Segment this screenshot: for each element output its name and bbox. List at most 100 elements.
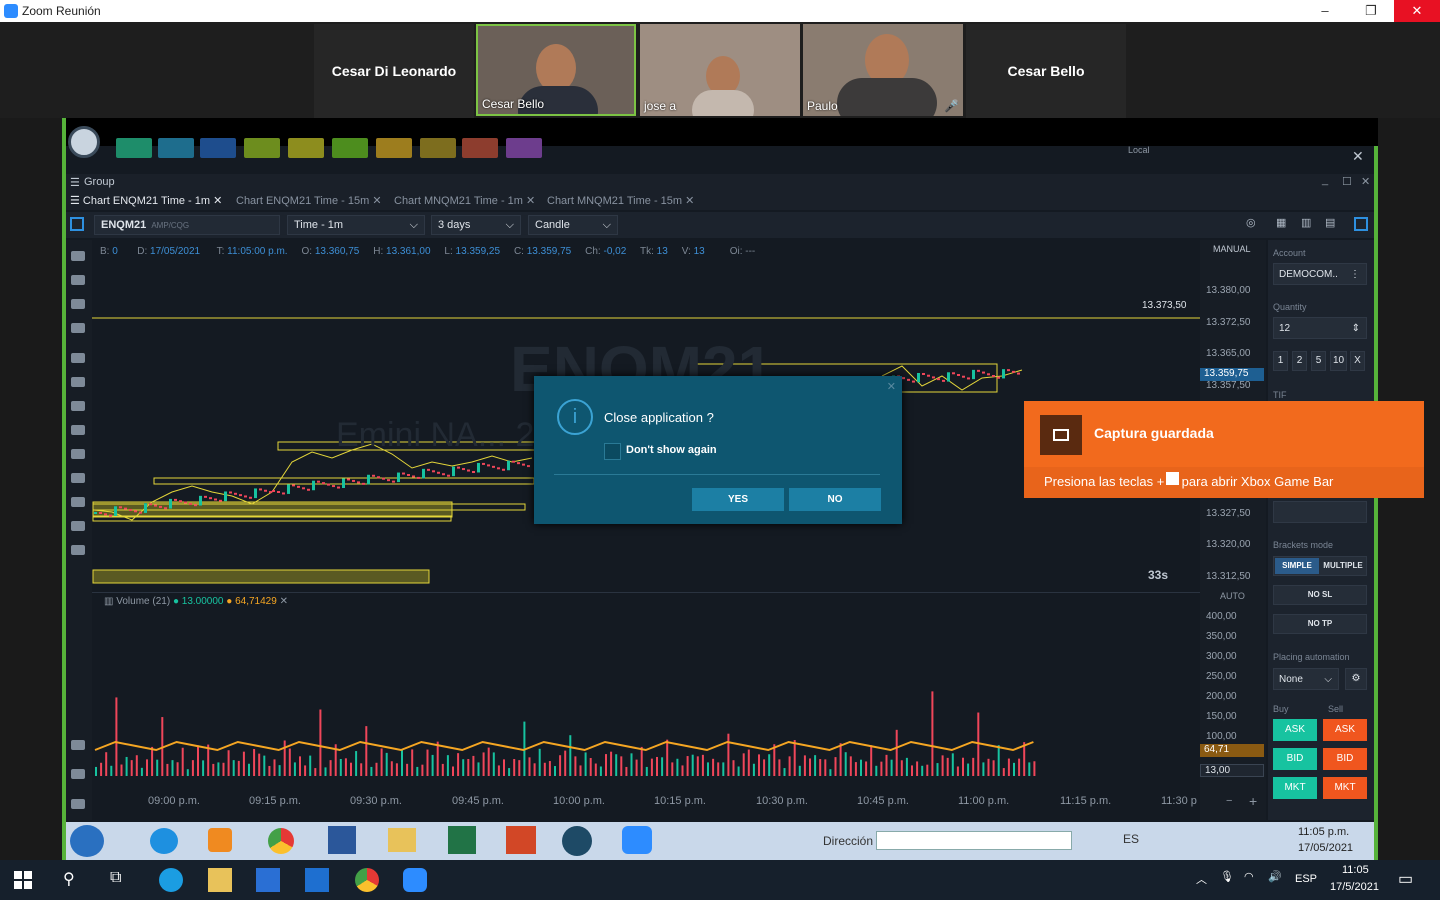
file-explorer-icon[interactable] xyxy=(208,868,232,892)
toolbar-button[interactable] xyxy=(420,138,456,158)
layers-icon[interactable] xyxy=(71,275,85,285)
folder-icon[interactable] xyxy=(388,828,416,852)
media-player-icon[interactable] xyxy=(208,828,232,852)
language-indicator[interactable]: ESP xyxy=(1295,873,1317,885)
clock-date[interactable]: 17/5/2021 xyxy=(1330,881,1379,893)
symbol-selector[interactable]: ENQM21 AMP/CQG xyxy=(94,215,280,235)
dont-show-checkbox[interactable] xyxy=(604,443,621,460)
qty-preset-button[interactable]: 10 xyxy=(1330,351,1347,371)
toolbar-button[interactable] xyxy=(288,138,324,158)
toolbar-button[interactable] xyxy=(332,138,368,158)
notifications-icon[interactable]: ▭ xyxy=(1398,869,1413,889)
chevron-up-icon[interactable]: ︿ xyxy=(1196,871,1207,887)
edge-icon[interactable] xyxy=(159,868,183,892)
sell-bid-button[interactable]: BID xyxy=(1323,748,1367,770)
windows-start-icon[interactable] xyxy=(14,871,32,889)
tab-chart-mnqm21-15m[interactable]: Chart MNQM21 Time - 15m ✕ xyxy=(547,194,694,207)
buy-bid-button[interactable]: BID xyxy=(1273,748,1317,770)
toolbar-button[interactable] xyxy=(116,138,152,158)
no-button[interactable]: NO xyxy=(789,488,881,511)
tif-select[interactable] xyxy=(1273,501,1367,523)
yes-button[interactable]: YES xyxy=(692,488,784,511)
toolbar-button[interactable] xyxy=(158,138,194,158)
search-icon[interactable]: ◎ xyxy=(1246,216,1256,229)
sidebar-toggle-icon[interactable] xyxy=(70,217,84,231)
print-icon[interactable] xyxy=(71,353,85,363)
wifi-icon[interactable]: ◠ xyxy=(1244,870,1254,883)
toolbar-button[interactable] xyxy=(376,138,412,158)
maximize-button[interactable]: ❐ xyxy=(1348,0,1394,22)
ruler-icon[interactable] xyxy=(71,377,85,387)
task-view-icon[interactable]: ⧉ xyxy=(110,869,121,887)
address-input[interactable] xyxy=(876,831,1072,850)
no-sl-button[interactable]: NO SL xyxy=(1273,585,1367,605)
close-button[interactable]: ✕ xyxy=(1394,0,1440,22)
menu-icon[interactable]: ☰ xyxy=(70,176,80,189)
toolbar-button[interactable] xyxy=(244,138,280,158)
participant-name-tile[interactable]: Cesar Bello xyxy=(966,24,1126,118)
minimize-button[interactable]: – xyxy=(1302,0,1348,22)
horizontal-line-icon[interactable] xyxy=(71,449,85,459)
trash-icon[interactable] xyxy=(71,769,85,779)
toolbar-button[interactable] xyxy=(200,138,236,158)
zoom-out-icon[interactable]: − xyxy=(1226,795,1232,807)
clock-time[interactable]: 11:05 xyxy=(1342,864,1369,876)
account-select[interactable]: DEMOCOM.. ⋮ xyxy=(1273,263,1367,285)
qty-preset-button[interactable]: 5 xyxy=(1311,351,1326,371)
panel-close-icon[interactable]: ✕ xyxy=(1361,175,1370,188)
list-icon[interactable] xyxy=(71,799,85,809)
simple-button[interactable]: SIMPLE xyxy=(1275,558,1319,574)
pencil-icon[interactable] xyxy=(71,323,85,333)
buy-ask-button[interactable]: ASK xyxy=(1273,719,1317,741)
volume-pane[interactable]: ▥ Volume (21) ● 13.00000 ● 64,71429 ✕ xyxy=(92,592,1200,790)
powerpoint-icon[interactable] xyxy=(506,826,536,854)
search-icon[interactable]: ⚲ xyxy=(63,869,75,889)
placing-automation-select[interactable]: None ⌵ xyxy=(1273,668,1339,690)
participant-name-tile[interactable]: Cesar Di Leonardo xyxy=(314,24,474,118)
layout-icon[interactable]: ▥ xyxy=(1301,216,1311,229)
zoom-icon[interactable] xyxy=(403,868,427,892)
buy-mkt-button[interactable]: MKT xyxy=(1273,777,1317,799)
no-tp-button[interactable]: NO TP xyxy=(1273,614,1367,634)
word-icon[interactable] xyxy=(328,826,356,854)
zoom-in-icon[interactable]: + xyxy=(1249,793,1257,809)
participant-video-tile[interactable]: Cesar Bello xyxy=(476,24,636,116)
range-select[interactable]: 3 days ⌵ xyxy=(431,215,521,235)
capture-toast[interactable]: Captura guardada Presiona las teclas + G… xyxy=(1024,401,1424,498)
dialog-close-icon[interactable]: ✕ xyxy=(887,380,896,393)
panel-toggle-icon[interactable] xyxy=(1354,217,1368,231)
language-indicator[interactable]: ES xyxy=(1123,832,1139,846)
template-icon[interactable] xyxy=(71,545,85,555)
tab-chart-mnqm21-1m[interactable]: Chart MNQM21 Time - 1m ✕ xyxy=(394,194,535,207)
multiple-button[interactable]: MULTIPLE xyxy=(1320,558,1366,574)
quantity-stepper[interactable]: 12 ⇕ xyxy=(1273,317,1367,339)
start-orb-icon[interactable] xyxy=(70,825,104,857)
sell-mkt-button[interactable]: MKT xyxy=(1323,777,1367,799)
gear-icon[interactable]: ⚙ xyxy=(1345,668,1367,690)
trading-app-icon[interactable] xyxy=(562,826,592,856)
chrome-icon[interactable] xyxy=(355,868,379,892)
mail-icon[interactable] xyxy=(305,868,329,892)
ray-icon[interactable] xyxy=(71,473,85,483)
toolbar-button[interactable] xyxy=(506,138,542,158)
ie-icon[interactable] xyxy=(150,828,178,854)
rectangle-icon[interactable] xyxy=(71,497,85,507)
close-app-icon[interactable]: ✕ xyxy=(1352,148,1364,165)
indicator-icon[interactable] xyxy=(71,251,85,261)
qty-clear-button[interactable]: X xyxy=(1350,351,1365,371)
book-icon[interactable]: ▤ xyxy=(1325,216,1335,229)
panel-minimize-icon[interactable]: _ xyxy=(1322,174,1328,186)
participant-video-tile[interactable]: jose a xyxy=(640,24,800,116)
vertical-line-icon[interactable] xyxy=(71,425,85,435)
sell-ask-button[interactable]: ASK xyxy=(1323,719,1367,741)
toolbar-button[interactable] xyxy=(462,138,498,158)
chrome-icon[interactable] xyxy=(268,828,294,854)
eye-icon[interactable] xyxy=(71,740,85,750)
chart-type-select[interactable]: Candle ⌵ xyxy=(528,215,618,235)
timeframe-select[interactable]: Time - 1m ⌵ xyxy=(287,215,425,235)
qty-preset-button[interactable]: 1 xyxy=(1273,351,1288,371)
microphone-icon[interactable]: 🎙 xyxy=(1220,870,1234,883)
tab-chart-enqm21-1m[interactable]: ☰ Chart ENQM21 Time - 1m ✕ xyxy=(70,194,222,207)
zoom-icon[interactable] xyxy=(622,826,652,854)
panel-maximize-icon[interactable]: ☐ xyxy=(1342,175,1352,188)
